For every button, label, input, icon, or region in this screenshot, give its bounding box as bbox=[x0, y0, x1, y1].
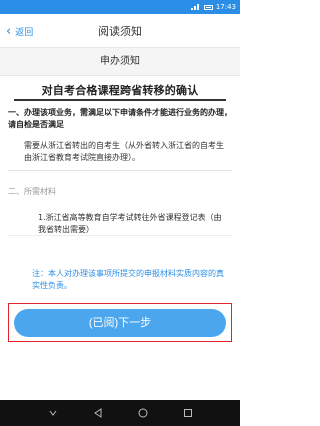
title-underline bbox=[14, 99, 226, 101]
home-key-icon[interactable] bbox=[137, 407, 149, 419]
requirement-heading: 一、办理该项业务，需满足以下申请条件才能进行业务的办理，请自检是否满足 bbox=[8, 108, 232, 129]
recent-key-icon[interactable] bbox=[182, 407, 194, 419]
menu-key-icon[interactable] bbox=[47, 407, 59, 419]
section-divider bbox=[8, 235, 232, 236]
back-key-icon[interactable] bbox=[92, 407, 104, 419]
sub-header: 申办须知 bbox=[0, 48, 240, 76]
battery-icon bbox=[203, 4, 213, 10]
section-divider bbox=[8, 170, 232, 171]
next-step-button[interactable]: (已阅)下一步 bbox=[14, 309, 226, 337]
document-title: 对自考合格课程跨省转移的确认 bbox=[41, 84, 199, 97]
page-title: 阅读须知 bbox=[98, 25, 142, 38]
status-time: 17:43 bbox=[215, 3, 236, 11]
requirement-body: 需要从浙江省转出的自考生（从外省转入浙江省的自考生由浙江省教育考试院直接办理）。 bbox=[24, 141, 224, 162]
responsibility-note: 注：本人对办理该事项所提交的申报材料实质内容的真实性负责。 bbox=[32, 269, 224, 290]
materials-heading: 二、所需材料 bbox=[8, 187, 56, 196]
signal-icon bbox=[190, 4, 201, 10]
status-bar: 17:43 bbox=[0, 0, 240, 14]
system-nav-bar bbox=[0, 400, 240, 426]
nav-bar: ‹ 返回 阅读须知 bbox=[0, 14, 240, 48]
materials-item: 1.浙江省高等教育自学考试转往外省课程登记表（由我省转出需要） bbox=[38, 213, 222, 234]
